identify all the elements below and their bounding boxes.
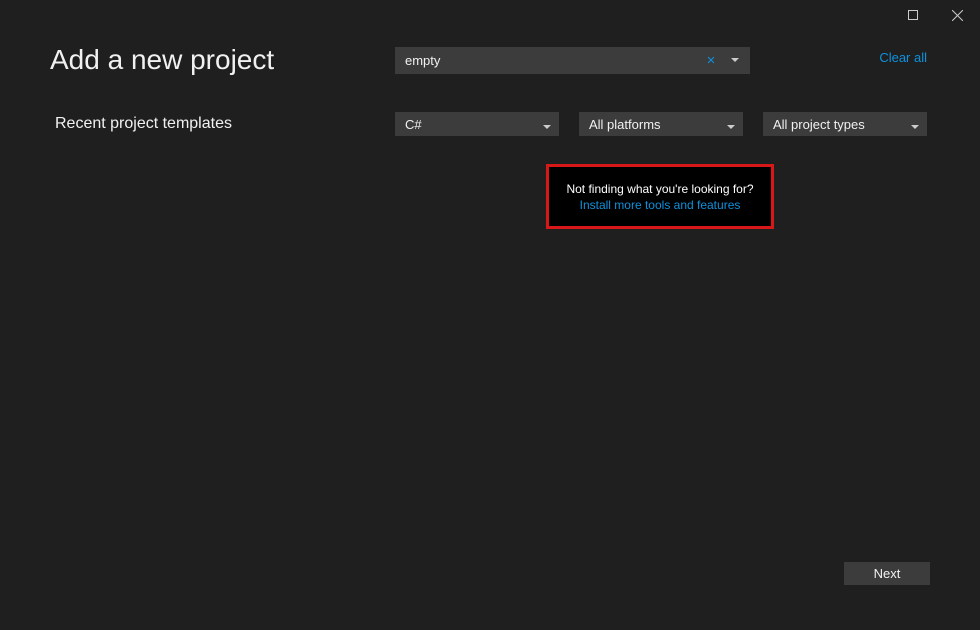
- language-filter[interactable]: C#: [395, 112, 559, 136]
- search-input[interactable]: [395, 47, 750, 74]
- clear-search-icon[interactable]: ×: [702, 47, 720, 74]
- recent-templates-label: Recent project templates: [55, 115, 232, 133]
- chevron-down-icon: [911, 117, 919, 132]
- language-filter-value: C#: [405, 117, 422, 132]
- project-type-filter[interactable]: All project types: [763, 112, 927, 136]
- page-title: Add a new project: [50, 44, 395, 76]
- install-tools-link[interactable]: Install more tools and features: [580, 198, 741, 212]
- platform-filter-value: All platforms: [589, 117, 661, 132]
- install-tools-hint: Not finding what you're looking for? Ins…: [546, 164, 774, 229]
- project-type-filter-value: All project types: [773, 117, 865, 132]
- clear-all-link[interactable]: Clear all: [879, 50, 927, 65]
- chevron-down-icon: [543, 117, 551, 132]
- platform-filter[interactable]: All platforms: [579, 112, 743, 136]
- close-button[interactable]: [935, 0, 980, 30]
- next-button[interactable]: Next: [844, 562, 930, 585]
- search-dropdown-icon[interactable]: [726, 47, 744, 74]
- maximize-button[interactable]: [890, 0, 935, 30]
- search-box[interactable]: ×: [395, 47, 750, 74]
- hint-text: Not finding what you're looking for?: [566, 182, 753, 196]
- chevron-down-icon: [727, 117, 735, 132]
